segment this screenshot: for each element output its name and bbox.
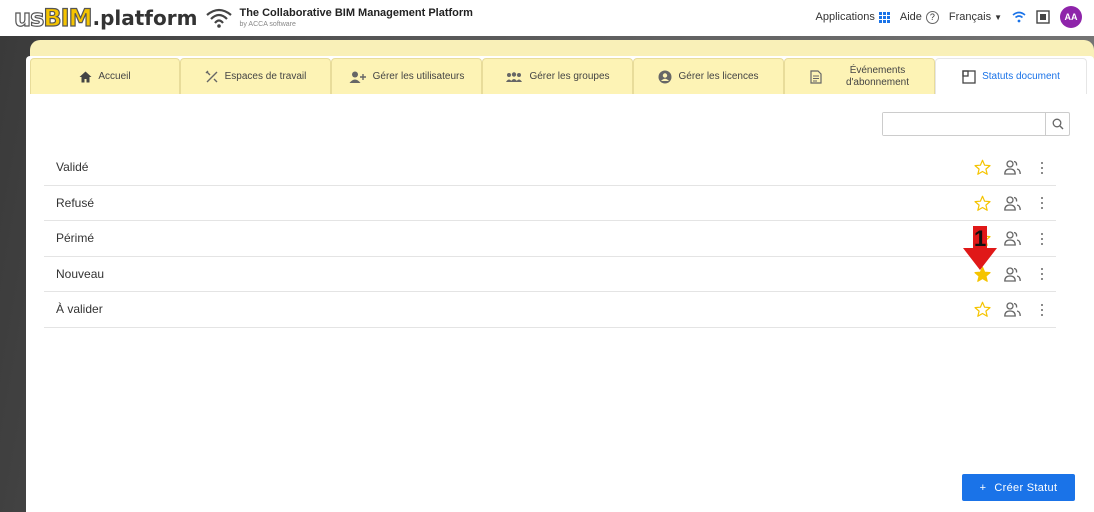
logo-us-text: us bbox=[13, 3, 45, 32]
add-user-icon bbox=[349, 71, 366, 83]
status-list: Validé Refusé Périmé Nouveau À valider bbox=[44, 150, 1056, 328]
tagline-sub: by ACCA software bbox=[239, 21, 296, 28]
user-avatar[interactable]: AA bbox=[1060, 6, 1082, 28]
help-icon: ? bbox=[925, 10, 939, 24]
home-icon bbox=[79, 71, 92, 82]
caret-down-icon: ▼ bbox=[994, 12, 1002, 22]
applications-menu[interactable]: Applications bbox=[816, 11, 890, 23]
top-bar: us BIM .platform The Collaborative BIM Man… bbox=[0, 0, 1094, 36]
help-menu[interactable]: Aide ? bbox=[899, 10, 939, 24]
language-label: Français bbox=[948, 11, 992, 23]
tagline-title: The Collaborative BIM Management Platfor… bbox=[239, 7, 473, 19]
status-label: Refusé bbox=[56, 195, 95, 210]
create-status-label: Créer Statut bbox=[994, 481, 1058, 494]
tab-gerer-utilisateurs[interactable]: Gérer les utilisateurs bbox=[331, 58, 482, 94]
main-panel: Accueil Espaces de travail Gérer les uti… bbox=[26, 56, 1094, 512]
tab-espaces-de-travail[interactable]: Espaces de travail bbox=[180, 58, 331, 94]
list-item[interactable]: À valider bbox=[44, 292, 1056, 328]
star-outline-icon[interactable] bbox=[974, 301, 991, 318]
usbim-logo[interactable]: us BIM .platform The Collaborative BIM Man… bbox=[13, 3, 473, 32]
logo-platform-text: .platform bbox=[92, 6, 198, 30]
annotation-number: 1 bbox=[974, 226, 987, 251]
tab-label: Espaces de travail bbox=[224, 71, 307, 82]
star-outline-icon[interactable] bbox=[974, 159, 991, 176]
list-item[interactable]: Périmé bbox=[44, 221, 1056, 257]
star-outline-icon[interactable] bbox=[974, 195, 991, 212]
fullscreen-icon[interactable] bbox=[1036, 10, 1050, 24]
more-vertical-icon[interactable] bbox=[1039, 196, 1045, 211]
status-label: Périmé bbox=[56, 231, 95, 246]
more-vertical-icon[interactable] bbox=[1039, 160, 1045, 175]
list-item[interactable]: Validé bbox=[44, 150, 1056, 186]
search-input[interactable] bbox=[883, 113, 1043, 135]
logo-bim-text: BIM bbox=[43, 3, 93, 32]
tab-label-line2: d'abonnement bbox=[845, 76, 910, 88]
wifi-logo-icon bbox=[206, 8, 233, 28]
users-icon[interactable] bbox=[1004, 266, 1021, 282]
tab-gerer-groupes[interactable]: Gérer les groupes bbox=[482, 58, 633, 94]
language-select[interactable]: Français ▼ bbox=[949, 11, 1002, 23]
users-icon[interactable] bbox=[1004, 231, 1021, 246]
top-right-menu: Applications Aide ? Français ▼ AA bbox=[816, 6, 1082, 28]
tagline: The Collaborative BIM Management Platfor… bbox=[239, 7, 473, 29]
tools-icon bbox=[205, 70, 218, 82]
users-icon[interactable] bbox=[1004, 160, 1021, 175]
tab-label-two-line: Événements d'abonnement bbox=[846, 65, 909, 88]
document-icon bbox=[810, 69, 822, 84]
create-status-button[interactable]: + Créer Statut bbox=[962, 474, 1075, 501]
groups-icon bbox=[506, 71, 523, 82]
applications-label: Applications bbox=[815, 11, 875, 23]
help-label: Aide bbox=[899, 11, 922, 23]
tab-evenements-abonnement[interactable]: Événements d'abonnement bbox=[784, 58, 935, 94]
more-vertical-icon[interactable] bbox=[1039, 302, 1045, 317]
status-label: Nouveau bbox=[56, 266, 105, 281]
more-vertical-icon[interactable] bbox=[1039, 267, 1045, 282]
wifi-icon[interactable] bbox=[1012, 11, 1026, 23]
search-icon bbox=[1052, 118, 1063, 130]
status-icon bbox=[962, 69, 976, 84]
search-button[interactable] bbox=[1045, 113, 1069, 135]
status-label: À valider bbox=[56, 302, 103, 317]
users-icon[interactable] bbox=[1004, 195, 1021, 211]
tab-accueil[interactable]: Accueil bbox=[30, 58, 180, 94]
tab-label: Accueil bbox=[98, 71, 131, 82]
users-icon[interactable] bbox=[1004, 302, 1021, 317]
tab-statuts-document[interactable]: Statuts document bbox=[935, 58, 1087, 94]
tab-label: Gérer les utilisateurs bbox=[372, 71, 465, 82]
tab-label: Gérer les groupes bbox=[529, 71, 610, 82]
tab-label: Gérer les licences bbox=[678, 71, 759, 82]
apps-grid-icon bbox=[878, 11, 890, 23]
list-item[interactable]: Nouveau bbox=[44, 257, 1056, 292]
plus-icon: + bbox=[979, 481, 987, 494]
tab-gerer-licences[interactable]: Gérer les licences bbox=[633, 58, 784, 94]
tab-label-line1: Événements bbox=[849, 65, 906, 76]
status-label: Validé bbox=[56, 160, 89, 175]
more-vertical-icon[interactable] bbox=[1039, 231, 1045, 246]
search-box bbox=[882, 112, 1070, 136]
tab-label: Statuts document bbox=[982, 71, 1060, 82]
tab-bar: Accueil Espaces de travail Gérer les uti… bbox=[30, 58, 1090, 94]
account-circle-icon bbox=[658, 70, 672, 83]
list-item[interactable]: Refusé bbox=[44, 186, 1056, 221]
